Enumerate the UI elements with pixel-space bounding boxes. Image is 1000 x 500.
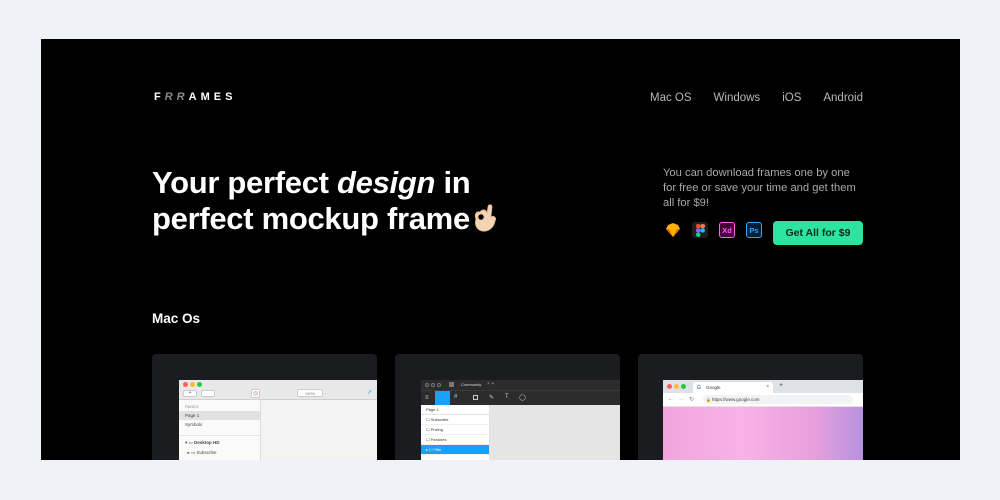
sketch-icon[interactable] [665, 222, 681, 238]
hero-title: Your perfect design in perfect mockup fr… [152, 165, 498, 237]
get-all-button[interactable]: Get All for $9 [773, 221, 863, 245]
canvas-area [261, 400, 377, 460]
forward-icon: → [678, 396, 684, 402]
layers-panel: Page 1 ☐ Subscribe ☐ Pricing ☐ Features … [421, 405, 490, 460]
minimize-dot-icon [674, 384, 679, 389]
back-icon: ← [668, 396, 674, 402]
comment-tool-icon: ◯ [519, 395, 526, 401]
zoom-field: 100% [297, 389, 323, 397]
xd-icon[interactable]: Xd [719, 222, 735, 238]
window-toolbar: + ◎ 100% ↗ [179, 380, 377, 400]
top-nav: Mac OS Windows iOS Android [650, 92, 863, 104]
hero-description: You can download frames one by one for f… [663, 167, 856, 209]
ok-hand-emoji-icon [470, 203, 498, 233]
move-tool-icon [435, 391, 450, 406]
browser-content [663, 407, 863, 460]
sketch-window-mockup: + ◎ 100% ↗ PAGES Page 1 Symbols ▾ ▭ Desk… [179, 380, 377, 460]
add-icon: + [183, 390, 197, 397]
export-icon: ↗ [367, 390, 373, 396]
figma-icon[interactable] [692, 222, 708, 238]
close-dot-icon [183, 382, 188, 387]
symbol-icon: ◎ [251, 389, 260, 398]
layers-panel: PAGES Page 1 Symbols ▾ ▭ Desktop HD ▸ ▭ … [179, 400, 261, 460]
google-icon: G [697, 385, 701, 391]
frame-card-sketch[interactable]: + ◎ 100% ↗ PAGES Page 1 Symbols ▾ ▭ Desk… [152, 354, 377, 460]
chrome-window-mockup: G Google × + ← → ↻ 🔒 https://www.google.… [663, 380, 863, 460]
nav-windows[interactable]: Windows [714, 92, 761, 104]
minimize-dot-icon [190, 382, 195, 387]
frame-card-figma[interactable]: Community × + ≡ # ✎ T ◯ Page 1 ☐ Subscri… [395, 354, 620, 460]
menu-icon: ≡ [425, 395, 429, 401]
frame-tool-icon: # [454, 394, 458, 400]
insert-icon [201, 390, 215, 397]
browser-tab-bar: G Google × + [663, 380, 863, 393]
pen-tool-icon: ✎ [489, 395, 495, 401]
section-title: Mac Os [152, 311, 201, 326]
nav-android[interactable]: Android [823, 92, 863, 104]
url-field: 🔒 https://www.google.com [703, 395, 853, 404]
reload-icon: ↻ [689, 397, 695, 403]
frame-card-chrome[interactable]: G Google × + ← → ↻ 🔒 https://www.google.… [638, 354, 863, 460]
window-titlebar: Community × + [421, 380, 620, 390]
close-tab-icon: × [766, 384, 769, 390]
browser-tab: G Google × [693, 382, 773, 393]
address-bar-row: ← → ↻ 🔒 https://www.google.com [663, 393, 863, 407]
page: FRRAMES Mac OS Windows iOS Android Your … [41, 39, 960, 460]
figma-toolbar: ≡ # ✎ T ◯ [421, 390, 620, 406]
figma-window-mockup: Community × + ≡ # ✎ T ◯ Page 1 ☐ Subscri… [421, 380, 620, 460]
lock-icon: 🔒 [706, 397, 711, 402]
maximize-dot-icon [681, 384, 686, 389]
photoshop-icon[interactable]: Ps [746, 222, 762, 238]
maximize-dot-icon [197, 382, 202, 387]
nav-mac-os[interactable]: Mac OS [650, 92, 692, 104]
nav-ios[interactable]: iOS [782, 92, 801, 104]
shape-tool-icon [473, 395, 478, 400]
new-tab-icon: + [779, 382, 784, 389]
text-tool-icon: T [505, 394, 509, 400]
close-dot-icon [667, 384, 672, 389]
tool-icons: Xd Ps [665, 222, 762, 238]
frrames-logo[interactable]: FRRAMES [154, 91, 236, 103]
